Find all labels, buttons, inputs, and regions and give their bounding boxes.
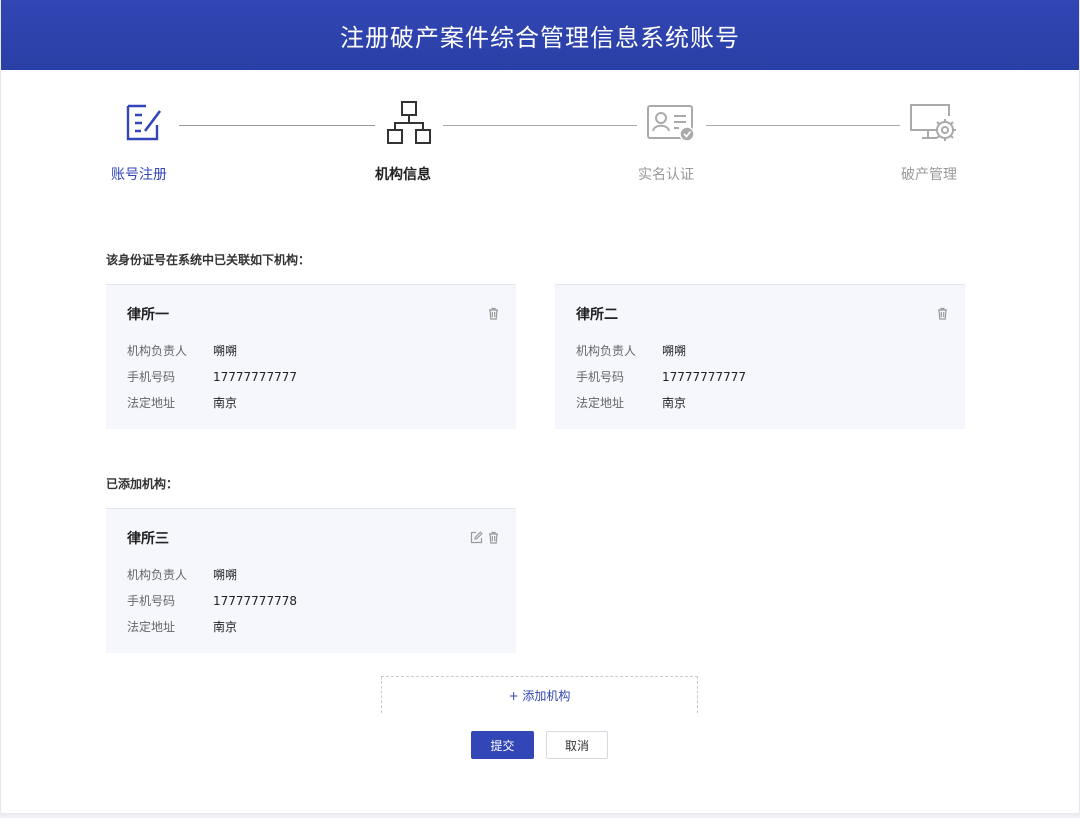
monitor-settings-icon: [910, 104, 956, 141]
page-header: 注册破产案件综合管理信息系统账号: [1, 0, 1079, 70]
org-card: 律所一 机构负责人 嗍嗍 手机号码 17777777777 法定地址 南京: [106, 284, 516, 429]
field-label: 法定地址: [127, 620, 176, 634]
step-label: 破产管理: [901, 167, 957, 183]
delete-icon[interactable]: [936, 305, 949, 320]
delete-icon[interactable]: [487, 305, 500, 320]
submit-button[interactable]: 提交: [471, 731, 534, 759]
field-value: 17777777777: [213, 370, 297, 384]
edit-icon: [126, 104, 162, 141]
card-actions: [936, 305, 949, 320]
org-card: 律所三 机构负责人 嗍嗍 手机号码 17777777778 法定地址 南京: [106, 508, 516, 653]
page-title: 注册破产案件综合管理信息系统账号: [340, 23, 740, 52]
cancel-button[interactable]: 取消: [546, 731, 608, 759]
step-connector: [179, 125, 375, 126]
org-field-row: 机构负责人 嗍嗍: [576, 342, 686, 359]
org-name: 律所三: [127, 531, 169, 547]
field-value: 嗍嗍: [213, 568, 238, 582]
org-field-row: 手机号码 17777777778: [127, 592, 297, 609]
field-label: 法定地址: [127, 396, 176, 410]
card-actions: [470, 529, 500, 544]
field-value: 南京: [213, 396, 238, 410]
org-field-row: 手机号码 17777777777: [127, 368, 297, 385]
field-value: 17777777778: [213, 594, 297, 608]
org-card: 律所二 机构负责人 嗍嗍 手机号码 17777777777 法定地址 南京: [555, 284, 965, 429]
step-label: 实名认证: [638, 167, 694, 183]
delete-icon[interactable]: [487, 529, 500, 544]
field-label: 手机号码: [127, 370, 176, 384]
org-field-row: 机构负责人 嗍嗍: [127, 566, 237, 583]
org-field-row: 法定地址 南京: [576, 394, 686, 411]
org-name: 律所一: [127, 307, 169, 323]
field-value: 南京: [662, 396, 687, 410]
step-label: 机构信息: [375, 167, 431, 183]
step-label: 账号注册: [111, 167, 167, 183]
id-card-icon: [647, 105, 695, 142]
step-connector: [706, 125, 900, 126]
edit-icon[interactable]: [470, 529, 483, 544]
field-label: 手机号码: [127, 594, 176, 608]
card-actions: [487, 305, 500, 320]
org-field-row: 机构负责人 嗍嗍: [127, 342, 237, 359]
org-field-row: 法定地址 南京: [127, 618, 237, 635]
org-structure-icon: [387, 101, 431, 144]
registration-page: 注册破产案件综合管理信息系统账号 账号注册 机构信息 实名认证 破产管理 该身份…: [1, 0, 1079, 813]
field-label: 手机号码: [576, 370, 625, 384]
field-value: 嗍嗍: [662, 344, 687, 358]
field-value: 南京: [213, 620, 238, 634]
field-label: 法定地址: [576, 396, 625, 410]
added-orgs-title: 已添加机构：: [106, 477, 179, 491]
field-value: 17777777777: [662, 370, 746, 384]
field-label: 机构负责人: [127, 568, 188, 582]
org-field-row: 法定地址 南京: [127, 394, 237, 411]
linked-orgs-title: 该身份证号在系统中已关联如下机构：: [106, 253, 311, 267]
org-field-row: 手机号码 17777777777: [576, 368, 746, 385]
field-label: 机构负责人: [576, 344, 637, 358]
add-org-button[interactable]: + 添加机构: [381, 676, 698, 713]
field-value: 嗍嗍: [213, 344, 238, 358]
field-label: 机构负责人: [127, 344, 188, 358]
step-connector: [443, 125, 637, 126]
org-name: 律所二: [576, 307, 618, 323]
